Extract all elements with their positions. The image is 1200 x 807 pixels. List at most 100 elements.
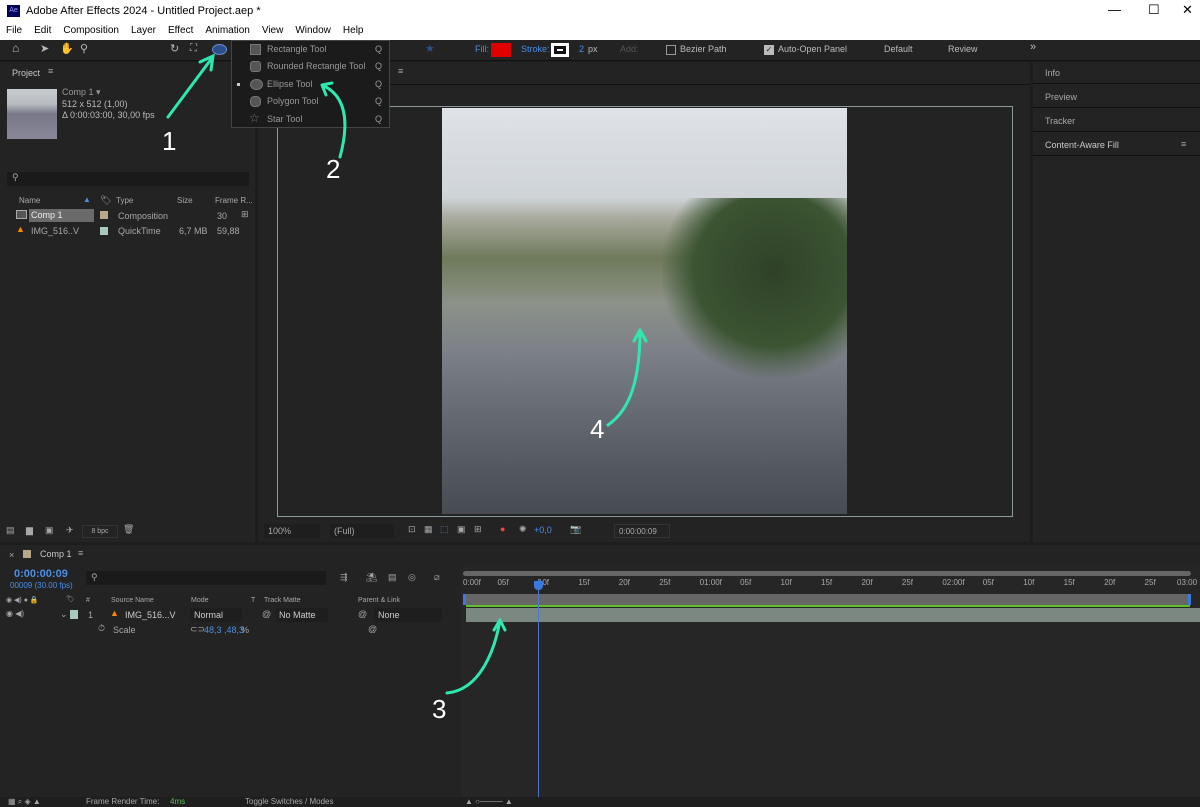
stroke-width[interactable]: 2	[579, 44, 584, 54]
close-tab-icon[interactable]: ×	[9, 550, 14, 560]
timeline-tab[interactable]: Comp 1	[40, 549, 72, 559]
panel-menu-icon[interactable]: ≡	[48, 66, 53, 76]
scale-value[interactable]: 48,3 ,48,3	[204, 625, 244, 635]
zoom-tool-icon[interactable]: ⚲	[80, 42, 88, 55]
project-search-input[interactable]: ⚲	[7, 172, 249, 186]
frame-blending-icon[interactable]: ▤	[388, 572, 397, 583]
ellipse-tool-button[interactable]	[212, 44, 227, 55]
star-icon[interactable]: ★	[425, 42, 435, 55]
playhead-handle[interactable]	[533, 581, 543, 590]
maximize-button[interactable]: ☐	[1148, 2, 1160, 18]
home-icon[interactable]: ⌂	[12, 41, 19, 55]
layer-name[interactable]: IMG_516...V	[125, 610, 176, 620]
menu-item-star-tool[interactable]: ☆ Star Tool Q	[232, 111, 389, 128]
panel-menu-icon[interactable]: ≡	[1181, 139, 1186, 149]
transparency-grid-icon[interactable]: ▦	[424, 524, 433, 535]
motion-blur-icon[interactable]: ◎	[408, 572, 416, 583]
resolution-dropdown[interactable]: (Full)	[330, 524, 394, 538]
exposure-value[interactable]: +0,0	[534, 525, 552, 535]
panel-tracker[interactable]: Tracker	[1033, 110, 1200, 132]
workspace-default[interactable]: Default	[884, 44, 913, 54]
fast-preview-icon[interactable]: ⊡	[408, 524, 416, 535]
toggle-switches-modes-button[interactable]: Toggle Switches / Modes	[245, 797, 334, 806]
playhead[interactable]	[533, 579, 543, 797]
work-area-navigator[interactable]	[463, 571, 1191, 576]
current-timecode[interactable]: 0:00:00:09	[14, 568, 68, 580]
layer-label-color[interactable]	[70, 610, 78, 619]
col-frame-rate[interactable]: Frame R...	[215, 196, 253, 205]
more-workspaces-button[interactable]: »	[1030, 41, 1036, 53]
label-tag-icon[interactable]: 🏷	[100, 195, 111, 206]
panel-info[interactable]: Info	[1033, 62, 1200, 84]
project-tab[interactable]: Project	[12, 68, 40, 78]
rotate-tool-icon[interactable]: ↻	[170, 42, 179, 55]
composition-mini-flowchart-icon[interactable]: ⇶	[340, 572, 348, 583]
layer-duration-bar[interactable]	[466, 608, 1200, 622]
menu-composition[interactable]: Composition	[57, 22, 125, 40]
bpc-button[interactable]: 8 bpc	[82, 525, 118, 538]
parent-dropdown[interactable]: None	[374, 608, 442, 622]
menu-animation[interactable]: Animation	[199, 22, 255, 40]
close-button[interactable]: ✕	[1182, 2, 1193, 18]
panel-preview[interactable]: Preview	[1033, 86, 1200, 108]
mask-visibility-icon[interactable]: ⬚	[440, 524, 449, 535]
menu-file[interactable]: File	[0, 22, 28, 40]
sort-up-icon[interactable]: ▲	[83, 195, 91, 204]
status-icons[interactable]: ▦ ⌕ ◈ ▲	[8, 797, 41, 807]
selection-tool-icon[interactable]: ➤	[40, 42, 49, 55]
col-name[interactable]: Name	[19, 196, 40, 205]
zoom-slider[interactable]: ▲ ○──── ▲	[465, 797, 513, 806]
hand-tool-icon[interactable]: ✋	[60, 42, 74, 55]
menu-item-rectangle-tool[interactable]: Rectangle Tool Q	[232, 41, 389, 58]
channel-icon[interactable]: ●	[500, 524, 505, 534]
camera-tool-icon[interactable]: ⛶	[190, 43, 197, 54]
visibility-icon[interactable]: ◉ ◀)	[6, 609, 24, 618]
graph-editor-icon[interactable]: ⧄	[434, 572, 440, 583]
track-matte-dropdown[interactable]: No Matte	[276, 608, 328, 622]
constrain-link-icon[interactable]: ⊂⊃	[190, 624, 205, 635]
work-area-bar[interactable]	[463, 594, 1191, 605]
auto-open-checkbox[interactable]: ✓	[764, 45, 774, 55]
project-item[interactable]: Comp 1 Composition 30 ⊞	[0, 208, 255, 223]
pickwhip-icon[interactable]: @	[262, 609, 271, 619]
panel-content-aware-fill[interactable]: Content-Aware Fill ≡	[1033, 134, 1200, 156]
render-icon[interactable]: ✈	[66, 525, 74, 536]
shy-layers-icon[interactable]: ⛱	[366, 572, 377, 583]
menu-item-ellipse-tool[interactable]: Ellipse Tool Q	[232, 76, 389, 93]
flowchart-icon[interactable]: ⊞	[241, 209, 249, 220]
panel-menu-icon[interactable]: ≡	[78, 548, 83, 558]
viewer-menu-icon[interactable]: ≡	[398, 66, 403, 76]
fill-swatch[interactable]	[491, 43, 511, 57]
new-folder-icon[interactable]: ▆	[26, 525, 33, 536]
grid-guides-icon[interactable]: ⊞	[474, 524, 482, 535]
reset-exposure-icon[interactable]: ✺	[519, 524, 527, 535]
snapshot-icon[interactable]: 📷	[570, 524, 581, 535]
expression-pickwhip-icon[interactable]: @	[368, 624, 377, 634]
project-item[interactable]: ▲ IMG_516..V QuickTime 6,7 MB 59,88	[0, 224, 255, 239]
stroke-swatch[interactable]	[551, 43, 569, 57]
comp-footage-image[interactable]	[442, 108, 847, 514]
parent-pickwhip-icon[interactable]: @	[358, 609, 367, 619]
col-size[interactable]: Size	[177, 196, 193, 205]
layer-row[interactable]: ◉ ◀) ⌄ 1 ▲ IMG_516...V Normal @ No Matte…	[0, 608, 458, 622]
minimize-button[interactable]: —	[1108, 2, 1121, 17]
viewer-timecode[interactable]: 0:00:00:09	[614, 524, 670, 538]
col-type[interactable]: Type	[116, 196, 133, 205]
menu-item-polygon-tool[interactable]: Polygon Tool Q	[232, 93, 389, 110]
mode-dropdown[interactable]: Normal	[190, 608, 242, 622]
region-of-interest-icon[interactable]: ▣	[457, 524, 466, 535]
workspace-review[interactable]: Review	[948, 44, 978, 54]
trash-icon[interactable]: 🗑	[123, 524, 134, 535]
new-comp-icon[interactable]: ▣	[45, 525, 54, 536]
expand-chevron-icon[interactable]: ⌄	[60, 609, 68, 620]
interpret-footage-icon[interactable]: ▤	[6, 525, 15, 536]
comp-name[interactable]: Comp 1 ▾	[62, 87, 101, 98]
menu-window[interactable]: Window	[289, 22, 337, 40]
timeline-search-input[interactable]: ⚲	[86, 571, 326, 585]
menu-effect[interactable]: Effect	[162, 22, 199, 40]
menu-help[interactable]: Help	[337, 22, 370, 40]
add-label[interactable]: Add:	[620, 44, 639, 54]
zoom-dropdown[interactable]: 100%	[264, 524, 320, 538]
bezier-checkbox[interactable]	[666, 45, 676, 55]
stopwatch-icon[interactable]: ⏱	[98, 623, 105, 634]
